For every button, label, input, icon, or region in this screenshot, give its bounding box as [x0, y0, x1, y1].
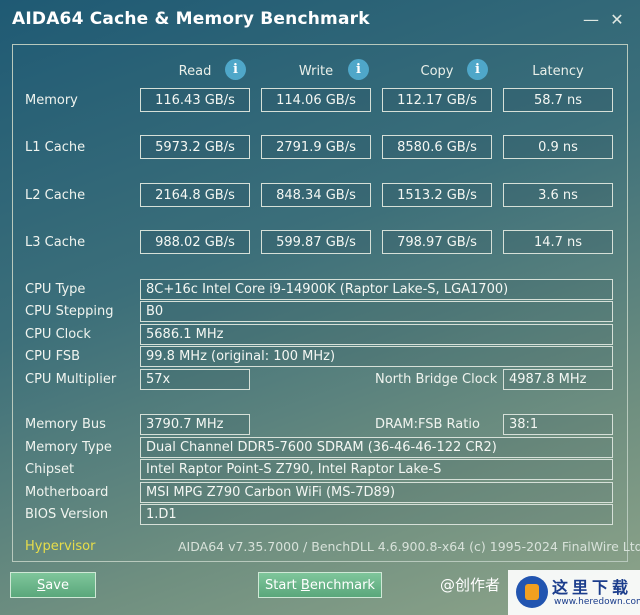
cpu-clock-value: 5686.1 MHz	[140, 324, 613, 345]
memory-copy-value: 112.17 GB/s	[382, 88, 492, 112]
hypervisor-link[interactable]: Hypervisor	[25, 539, 95, 554]
logo-url: www.heredown.com	[554, 597, 640, 607]
l3-latency-value: 14.7 ns	[503, 230, 613, 254]
start-label-rest: enchmark	[309, 577, 375, 593]
cpu-clock-label: CPU Clock	[25, 327, 91, 342]
motherboard-value: MSI MPG Z790 Carbon WiFi (MS-7D89)	[140, 482, 613, 503]
motherboard-label: Motherboard	[25, 485, 109, 500]
close-icon[interactable]: ✕	[604, 6, 630, 32]
l2-latency-value: 3.6 ns	[503, 183, 613, 207]
l1-write-value: 2791.9 GB/s	[261, 135, 371, 159]
memory-type-value: Dual Channel DDR5-7600 SDRAM (36-46-46-1…	[140, 437, 613, 458]
start-mnemonic: B	[300, 577, 310, 593]
l3-copy-value: 798.97 GB/s	[382, 230, 492, 254]
row-label-l1: L1 Cache	[25, 140, 86, 155]
logo-mark-icon	[516, 576, 548, 608]
cpu-stepping-value: B0	[140, 301, 613, 322]
memory-bus-label: Memory Bus	[25, 417, 106, 432]
cpu-fsb-label: CPU FSB	[25, 349, 80, 364]
chipset-value: Intel Raptor Point-S Z790, Intel Raptor …	[140, 459, 613, 480]
memory-bus-value: 3790.7 MHz	[140, 414, 250, 435]
l1-copy-value: 8580.6 GB/s	[382, 135, 492, 159]
start-benchmark-button[interactable]: Start Benchmark	[258, 572, 382, 598]
l1-latency-value: 0.9 ns	[503, 135, 613, 159]
site-logo-watermark: 这里下载 www.heredown.com	[508, 570, 640, 615]
row-label-memory: Memory	[25, 93, 78, 108]
minimize-icon[interactable]: —	[578, 6, 604, 32]
memory-latency-value: 58.7 ns	[503, 88, 613, 112]
dram-fsb-ratio-value: 38:1	[503, 414, 613, 435]
l2-read-value: 2164.8 GB/s	[140, 183, 250, 207]
cpu-multiplier-value: 57x	[140, 369, 250, 390]
l2-write-value: 848.34 GB/s	[261, 183, 371, 207]
version-text: AIDA64 v7.35.7000 / BenchDLL 4.6.900.8-x…	[178, 539, 640, 554]
row-label-l2: L2 Cache	[25, 188, 86, 203]
l3-write-value: 599.87 GB/s	[261, 230, 371, 254]
l1-read-value: 5973.2 GB/s	[140, 135, 250, 159]
save-button[interactable]: Save	[10, 572, 96, 598]
dram-fsb-ratio-label: DRAM:FSB Ratio	[375, 417, 480, 432]
copy-info-icon[interactable]: i	[467, 59, 488, 80]
memory-read-value: 116.43 GB/s	[140, 88, 250, 112]
creator-watermark: @创作者	[440, 576, 501, 594]
read-info-icon[interactable]: i	[225, 59, 246, 80]
cpu-fsb-value: 99.8 MHz (original: 100 MHz)	[140, 346, 613, 367]
nb-clock-label: North Bridge Clock	[375, 372, 498, 387]
bios-version-value: 1.D1	[140, 504, 613, 525]
row-label-l3: L3 Cache	[25, 235, 86, 250]
memory-write-value: 114.06 GB/s	[261, 88, 371, 112]
l3-read-value: 988.02 GB/s	[140, 230, 250, 254]
cpu-stepping-label: CPU Stepping	[25, 304, 114, 319]
cpu-type-value: 8C+16c Intel Core i9-14900K (Raptor Lake…	[140, 279, 613, 300]
bios-version-label: BIOS Version	[25, 507, 109, 522]
save-label-rest: ave	[45, 577, 69, 593]
title-bar: AIDA64 Cache & Memory Benchmark — ✕	[0, 0, 640, 40]
cpu-multiplier-label: CPU Multiplier	[25, 372, 117, 387]
cpu-type-label: CPU Type	[25, 282, 86, 297]
start-label-prefix: Start	[265, 577, 301, 593]
nb-clock-value: 4987.8 MHz	[503, 369, 613, 390]
chipset-label: Chipset	[25, 462, 75, 477]
write-info-icon[interactable]: i	[348, 59, 369, 80]
logo-text: 这里下载	[552, 578, 633, 597]
save-mnemonic: S	[37, 577, 46, 593]
column-header-latency: Latency	[532, 63, 584, 79]
window-title: AIDA64 Cache & Memory Benchmark	[12, 9, 370, 29]
memory-type-label: Memory Type	[25, 440, 112, 455]
l2-copy-value: 1513.2 GB/s	[382, 183, 492, 207]
